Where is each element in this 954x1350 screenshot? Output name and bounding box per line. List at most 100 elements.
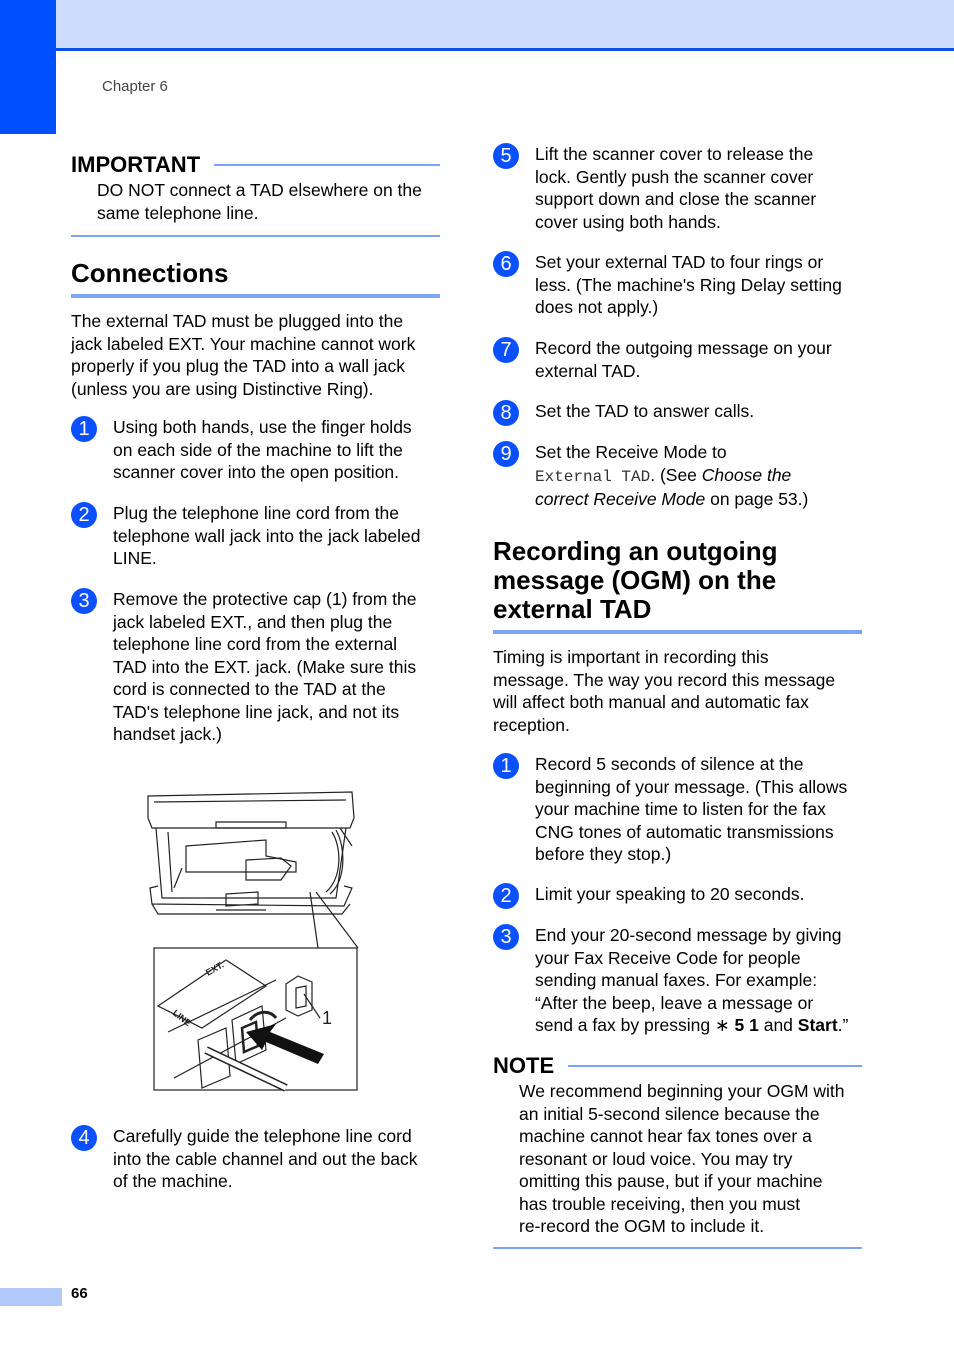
chapter-label: Chapter 6 (102, 78, 168, 95)
ogm-intro: Timing is important in recording this me… (493, 646, 835, 736)
step-number-badge: 4 (71, 1125, 97, 1151)
step-text: Using both hands, use the finger holds o… (113, 416, 412, 484)
chapter-side-tab (0, 0, 56, 134)
step-line: Record the outgoing message on your (535, 338, 832, 358)
note-line: omitting this pause, but if your machine (519, 1171, 823, 1191)
step-number-badge: 1 (71, 416, 97, 442)
callout-number: 1 (322, 1008, 332, 1028)
important-line: same telephone line. (97, 202, 259, 223)
step-line: beginning of your message. (This allows (535, 776, 848, 797)
ogm-title-line: Recording an outgoing (493, 536, 778, 566)
note-title: NOTE (493, 1053, 555, 1078)
note-heading-rule (568, 1065, 862, 1067)
step-line: “After the beep, leave a message or (535, 992, 814, 1013)
step-line: jack labeled EXT., and then plug the (113, 611, 393, 632)
step-text: Set the Receive Mode to External TAD. (S… (535, 441, 808, 511)
note-text: We recommend beginning your OGM with an … (519, 1080, 845, 1238)
note-line: resonant or loud voice. You may try (519, 1148, 793, 1169)
step-number-badge: 1 (493, 753, 519, 779)
note-line: machine cannot hear fax tones over a (519, 1126, 812, 1146)
fax-code: 5 1 (729, 1015, 759, 1035)
step-line: TAD's telephone line jack, and not its (113, 701, 400, 722)
step-line: cord is connected to the TAD at the (113, 679, 386, 699)
connections-title-rule (71, 294, 440, 298)
step-line: Limit your speaking to 20 seconds. (535, 884, 805, 904)
intro-line: reception. (493, 714, 570, 735)
step-line: does not apply.) (535, 297, 659, 317)
note-line: has trouble receiving, then you must (519, 1193, 801, 1214)
step-text: Set your external TAD to four rings or l… (535, 251, 842, 319)
step-number-badge: 6 (493, 251, 519, 277)
important-line: DO NOT connect a TAD elsewhere on the (97, 180, 422, 200)
intro-line: message. The way you record this message (493, 669, 836, 690)
step-line: your Fax Receive Code for people (535, 947, 801, 968)
step-number-badge: 9 (493, 441, 519, 467)
note-line: We recommend beginning your OGM with (519, 1081, 845, 1101)
step-line: of the machine. (113, 1171, 233, 1191)
page-number-tab (0, 1288, 62, 1306)
ogm-title-rule (493, 630, 862, 634)
start-key-label: Start (797, 1015, 838, 1035)
header-rule (56, 48, 954, 51)
step-number-badge: 2 (71, 502, 97, 528)
ogm-title-line: external TAD (493, 594, 652, 624)
step-line: Carefully guide the telephone line cord (113, 1126, 412, 1146)
step-number-badge: 3 (71, 588, 97, 614)
header-band (56, 0, 954, 48)
step-text: Set the TAD to answer calls. (535, 400, 754, 423)
note-bottom-rule (493, 1247, 862, 1249)
step-line: scanner cover into the open position. (113, 462, 400, 482)
intro-line: will affect both manual and automatic fa… (493, 692, 809, 712)
step-line: lock. Gently push the scanner cover (535, 166, 814, 187)
step-number-badge: 2 (493, 883, 519, 909)
step-line: Record 5 seconds of silence at the (535, 754, 804, 774)
machine-drawing (147, 791, 359, 949)
text-fragment: and (758, 1015, 798, 1035)
step-line: Set the Receive Mode to (535, 442, 727, 462)
step-text: Plug the telephone line cord from the te… (113, 502, 420, 570)
step-number-badge: 7 (493, 337, 519, 363)
connections-title: Connections (71, 258, 229, 288)
insertion-arrow-icon (246, 1024, 324, 1064)
step-line: End your 20-second message by giving (535, 925, 842, 945)
step-text: Record 5 seconds of silence at the begin… (535, 753, 847, 866)
step-number-badge: 8 (493, 400, 519, 426)
cross-reference-link[interactable]: correct Receive Mode (535, 489, 705, 509)
important-bottom-rule (71, 235, 440, 237)
connections-intro: The external TAD must be plugged into th… (71, 310, 415, 400)
text-fragment: .” (837, 1015, 849, 1035)
machine-connection-illustration: EXT. LINE 1 (147, 791, 359, 1092)
page-number: 66 (71, 1285, 88, 1302)
step-line: correct Receive Mode on page 53.) (535, 488, 808, 511)
step-line: sending manual faxes. For example: (535, 970, 818, 990)
step-line: Lift the scanner cover to release the (535, 144, 814, 164)
step-text: Limit your speaking to 20 seconds. (535, 883, 804, 906)
step-line: your machine time to listen for the fax (535, 799, 826, 819)
step-text: End your 20-second message by giving you… (535, 924, 848, 1037)
step-text: Carefully guide the telephone line cord … (113, 1125, 418, 1193)
important-title: IMPORTANT (71, 152, 201, 177)
intro-line: jack labeled EXT. Your machine cannot wo… (71, 333, 416, 354)
step-line: less. (The machine's Ring Delay setting (535, 274, 842, 295)
step-line: handset jack.) (113, 724, 222, 744)
step-number-badge: 5 (493, 143, 519, 169)
step-line: Set your external TAD to four rings or (535, 252, 824, 272)
step-line: cover using both hands. (535, 211, 721, 232)
step-line: Remove the protective cap (1) from the (113, 589, 417, 609)
cross-reference-link[interactable]: Choose the (702, 465, 792, 485)
step-line: TAD into the EXT. jack. (Make sure this (113, 656, 417, 677)
step-line: Using both hands, use the finger holds (113, 417, 412, 437)
step-line: Set the TAD to answer calls. (535, 401, 755, 421)
star-key-icon: ∗ (714, 1015, 730, 1035)
intro-line: properly if you plug the TAD into a wall… (71, 356, 405, 376)
intro-line: The external TAD must be plugged into th… (71, 311, 404, 331)
receive-mode-value: External TAD (535, 467, 651, 486)
see-prefix: . (See (650, 464, 702, 485)
step-line: into the cable channel and out the back (113, 1148, 418, 1169)
ogm-title: Recording an outgoing message (OGM) on t… (493, 537, 778, 624)
step-text: Lift the scanner cover to release the lo… (535, 143, 816, 233)
text-fragment: send a fax by pressing (535, 1015, 715, 1035)
note-line: re-record the OGM to include it. (519, 1216, 765, 1236)
step-line: External TAD. (See Choose the (535, 464, 808, 489)
step-line: send a fax by pressing ∗ 5 1 and Start.” (535, 1014, 848, 1037)
